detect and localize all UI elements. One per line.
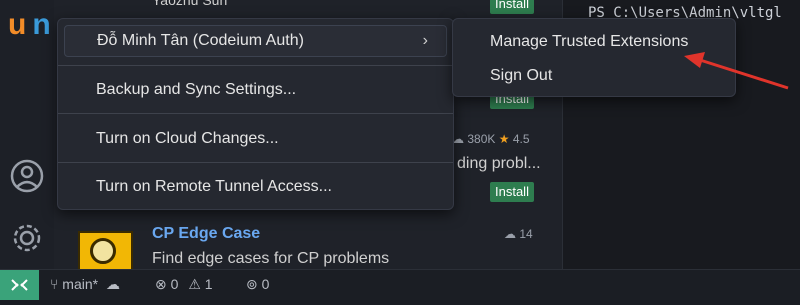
- menu-item-label: Turn on Cloud Changes...: [96, 130, 279, 147]
- account-submenu: Manage Trusted Extensions Sign Out: [452, 18, 736, 97]
- menu-item-label: Turn on Remote Tunnel Access...: [96, 178, 332, 195]
- menu-item-label: Đỗ Minh Tân (Codeium Auth): [97, 32, 304, 49]
- extension-name[interactable]: CP Edge Case: [152, 225, 260, 243]
- extension-logo: [78, 231, 133, 271]
- extension-author: Yaozhu Sun: [152, 0, 228, 8]
- chevron-right-icon: ›: [422, 32, 428, 49]
- submenu-sign-out[interactable]: Sign Out: [490, 67, 552, 85]
- warning-icon: ⚠: [188, 276, 201, 292]
- extension-logo-emblem: [90, 238, 116, 264]
- broadcast-icon: ⊚: [246, 276, 258, 292]
- menu-separator: [58, 113, 453, 114]
- logo-letter-u: u: [8, 8, 33, 41]
- cloud-download-icon: ☁: [504, 227, 516, 241]
- download-count: ☁ 380K ★ 4.5: [452, 132, 530, 146]
- menu-item-remote-tunnel[interactable]: Turn on Remote Tunnel Access...: [58, 174, 453, 200]
- rating-value: 4.5: [512, 132, 530, 146]
- ports-status[interactable]: ⊚ 0: [246, 276, 269, 293]
- remote-indicator-button[interactable]: [0, 270, 39, 300]
- error-count: 0: [170, 276, 179, 292]
- menu-item-label: Backup and Sync Settings...: [96, 81, 297, 98]
- install-button[interactable]: Install: [490, 0, 534, 14]
- download-count: ☁ 14: [504, 227, 533, 241]
- problems-status[interactable]: ⊗ 0 ⚠ 1: [155, 276, 213, 293]
- submenu-manage-trusted-extensions[interactable]: Manage Trusted Extensions: [490, 33, 688, 51]
- status-bar: ⑂ main* ☁ ⊗ 0 ⚠ 1 ⊚ 0: [0, 269, 800, 300]
- logo-letter-n: n: [32, 8, 57, 41]
- menu-separator: [58, 65, 453, 66]
- port-count: 0: [261, 276, 270, 292]
- account-context-menu: Đỗ Minh Tân (Codeium Auth) › Backup and …: [57, 18, 454, 210]
- menu-item-cloud-changes[interactable]: Turn on Cloud Changes...: [58, 126, 453, 152]
- warning-count: 1: [204, 276, 213, 292]
- accounts-icon[interactable]: [8, 157, 46, 195]
- branch-name: main*: [62, 276, 99, 292]
- menu-separator: [58, 162, 453, 163]
- manage-gear-icon[interactable]: [8, 219, 46, 257]
- remote-icon: [11, 279, 28, 291]
- menu-item-backup-sync[interactable]: Backup and Sync Settings...: [58, 77, 453, 103]
- git-branch-icon: ⑂: [50, 276, 59, 292]
- extension-description: Find edge cases for CP problems: [152, 250, 390, 267]
- install-button[interactable]: Install: [490, 182, 534, 202]
- branch-status[interactable]: ⑂ main* ☁: [50, 276, 120, 293]
- download-count-value: 380K: [467, 132, 496, 146]
- sync-icon: ☁: [105, 276, 120, 292]
- menu-item-codeium-account[interactable]: Đỗ Minh Tân (Codeium Auth) ›: [64, 25, 447, 57]
- download-count-value: 14: [519, 227, 533, 241]
- error-icon: ⊗: [155, 276, 167, 292]
- star-icon: ★: [498, 132, 510, 146]
- extension-description: ding probl...: [457, 155, 541, 172]
